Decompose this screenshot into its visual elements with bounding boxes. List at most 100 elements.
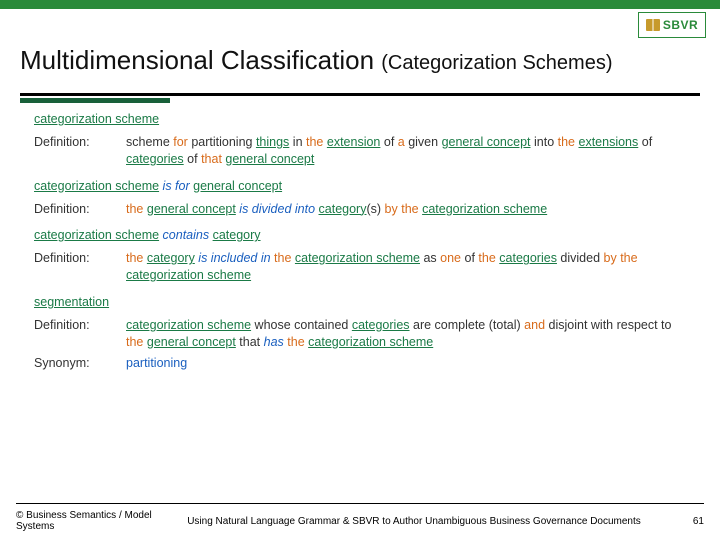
verb: is divided into	[236, 202, 319, 216]
section-cat-scheme: categorization scheme Definition: scheme…	[34, 111, 686, 168]
kw: by	[385, 202, 398, 216]
section-segmentation: segmentation Definition: categorization …	[34, 294, 686, 372]
title-main: Multidimensional Classification	[20, 45, 381, 75]
txt: given	[405, 135, 442, 149]
txt: in	[289, 135, 306, 149]
term: extensions	[579, 135, 639, 149]
term: general concept	[147, 202, 236, 216]
term: things	[256, 135, 289, 149]
txt: of	[184, 152, 201, 166]
kw: that	[201, 152, 222, 166]
def-label: Definition:	[34, 317, 126, 351]
term: categories	[126, 152, 184, 166]
section-contains: categorization scheme contains category …	[34, 227, 686, 284]
book-icon	[646, 19, 660, 31]
def-label: Definition:	[34, 250, 126, 284]
section-is-for: categorization scheme is for general con…	[34, 178, 686, 218]
txt: are complete (total)	[410, 318, 525, 332]
term: extension	[327, 135, 381, 149]
top-white-bar: SBVR	[0, 9, 720, 39]
page-number: 61	[672, 516, 704, 527]
term: general concept	[442, 135, 531, 149]
kw: one	[440, 251, 461, 265]
txt: of	[638, 135, 652, 149]
term-heading: categorization scheme	[34, 111, 686, 128]
verb: is included in	[195, 251, 274, 265]
term: general concept	[193, 179, 282, 193]
term: categorization scheme	[34, 112, 159, 126]
kw: the	[401, 202, 418, 216]
term: categorization scheme	[308, 335, 433, 349]
term-heading: categorization scheme is for general con…	[34, 178, 686, 195]
title-rule	[20, 93, 700, 96]
term: categories	[352, 318, 410, 332]
term: categorization scheme	[126, 268, 251, 282]
kw: the	[306, 135, 323, 149]
txt: divided	[557, 251, 604, 265]
txt: as	[420, 251, 440, 265]
definition-row: Definition: the general concept is divid…	[34, 201, 686, 218]
footer-rule	[16, 503, 704, 504]
syn-body: partitioning	[126, 355, 686, 372]
footer-row: © Business Semantics / Model Systems Usi…	[16, 510, 704, 532]
top-green-bar	[0, 0, 720, 9]
copyright: © Business Semantics / Model Systems	[16, 510, 156, 532]
footer-title: Using Natural Language Grammar & SBVR to…	[156, 516, 672, 527]
def-body: scheme for partitioning things in the ex…	[126, 134, 686, 168]
kw: a	[398, 135, 405, 149]
term: categorization scheme	[126, 318, 251, 332]
term: categories	[499, 251, 557, 265]
txt: of	[380, 135, 397, 149]
def-label: Definition:	[34, 134, 126, 168]
term: category	[147, 251, 195, 265]
txt: that	[236, 335, 264, 349]
kw: and	[524, 318, 545, 332]
term: categorization scheme	[422, 202, 547, 216]
term: general concept	[225, 152, 314, 166]
term: categorization scheme	[295, 251, 420, 265]
txt: partitioning	[188, 135, 256, 149]
term: general concept	[147, 335, 236, 349]
txt: whose contained	[251, 318, 352, 332]
page-title: Multidimensional Classification (Categor…	[20, 45, 700, 76]
sbvr-logo: SBVR	[638, 12, 706, 38]
syn-label: Synonym:	[34, 355, 126, 372]
definition-row: Definition: scheme for partitioning thin…	[34, 134, 686, 168]
verb: has	[264, 335, 284, 349]
term-heading: segmentation	[34, 294, 686, 311]
definition-row: Definition: categorization scheme whose …	[34, 317, 686, 351]
term: category	[213, 228, 261, 242]
term: categorization scheme	[34, 228, 159, 242]
txt: into	[531, 135, 558, 149]
kw: the	[558, 135, 575, 149]
kw: the	[126, 251, 143, 265]
term-heading: categorization scheme contains category	[34, 227, 686, 244]
content: categorization scheme Definition: scheme…	[0, 103, 720, 372]
kw: the	[287, 335, 304, 349]
txt: of	[461, 251, 478, 265]
kw: by	[604, 251, 617, 265]
synonym: partitioning	[126, 356, 187, 370]
verb: is for	[159, 179, 193, 193]
def-body: the category is included in the categori…	[126, 250, 686, 284]
term: segmentation	[34, 295, 109, 309]
kw: the	[126, 335, 143, 349]
txt: scheme	[126, 135, 173, 149]
kw: the	[126, 202, 143, 216]
logo-text: SBVR	[663, 18, 698, 32]
footer: © Business Semantics / Model Systems Usi…	[0, 503, 720, 532]
term: categorization scheme	[34, 179, 159, 193]
def-label: Definition:	[34, 201, 126, 218]
definition-row: Definition: the category is included in …	[34, 250, 686, 284]
def-body: the general concept is divided into cate…	[126, 201, 686, 218]
term: category	[319, 202, 367, 216]
kw: the	[620, 251, 637, 265]
def-body: categorization scheme whose contained ca…	[126, 317, 686, 351]
kw: the	[274, 251, 291, 265]
title-area: Multidimensional Classification (Categor…	[0, 39, 720, 86]
txt: (s)	[366, 202, 384, 216]
title-paren: (Categorization Schemes)	[381, 52, 612, 74]
synonym-row: Synonym: partitioning	[34, 355, 686, 372]
verb: contains	[159, 228, 213, 242]
kw: the	[478, 251, 495, 265]
